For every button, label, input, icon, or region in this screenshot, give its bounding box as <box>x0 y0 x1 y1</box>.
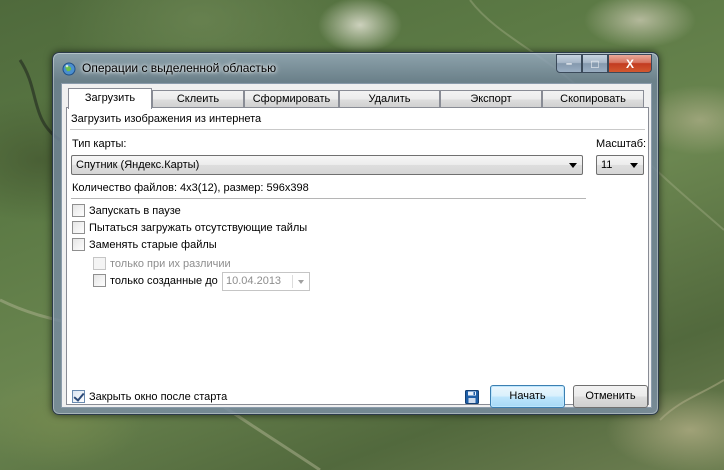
load-missing-label: Пытаться загружать отсутствующие тайлы <box>89 221 308 234</box>
scale-select[interactable]: 11 <box>596 155 644 175</box>
scale-label: Масштаб: <box>596 138 647 150</box>
tab-strip: Загрузить Склеить Сформировать Удалить Э… <box>66 88 649 109</box>
close-after-start-label: Закрыть окно после старта <box>89 390 228 403</box>
map-type-select[interactable]: Спутник (Яндекс.Карты) <box>71 155 583 175</box>
window-title: Операции с выделенной областью <box>82 61 277 75</box>
close-after-start-checkbox[interactable] <box>72 390 85 403</box>
start-paused-label: Запускать в паузе <box>89 204 181 217</box>
option-close-after-start[interactable]: Закрыть окно после старта <box>72 390 227 403</box>
only-different-label: только при их различии <box>110 257 231 270</box>
header-divider <box>70 129 645 130</box>
option-start-paused[interactable]: Запускать в паузе <box>72 204 181 217</box>
start-paused-checkbox[interactable] <box>72 204 85 217</box>
replace-old-label: Заменять старые файлы <box>89 238 217 251</box>
download-tab-panel: Загрузить изображения из интернета Тип к… <box>66 107 649 408</box>
info-divider <box>71 198 586 199</box>
minimize-button[interactable]: – <box>556 54 582 73</box>
tab-export-label: Экспорт <box>470 93 512 105</box>
scale-value: 11 <box>601 159 613 171</box>
tab-delete-label: Удалить <box>368 93 411 105</box>
tab-generate[interactable]: Сформировать <box>244 90 339 108</box>
tab-download[interactable]: Загрузить <box>68 88 152 109</box>
tab-copy-label: Скопировать <box>560 93 626 105</box>
only-different-checkbox <box>93 257 106 270</box>
created-before-date-picker[interactable]: 10.04.2013 <box>222 272 310 291</box>
close-button[interactable]: X <box>608 54 652 73</box>
created-before-date: 10.04.2013 <box>226 275 282 287</box>
tab-delete[interactable]: Удалить <box>339 90 440 108</box>
only-created-before-checkbox[interactable] <box>93 274 106 287</box>
chevron-down-icon <box>569 163 577 168</box>
load-missing-checkbox[interactable] <box>72 221 85 234</box>
start-button[interactable]: Начать <box>490 385 565 408</box>
map-type-label: Тип карты: <box>72 138 127 150</box>
save-icon[interactable] <box>465 390 479 404</box>
tab-generate-label: Сформировать <box>252 93 331 105</box>
maximize-button[interactable]: □ <box>582 54 608 73</box>
option-only-different: только при их различии <box>93 257 231 270</box>
option-replace-old[interactable]: Заменять старые файлы <box>72 238 217 251</box>
option-only-created-before[interactable]: только созданные до <box>93 274 218 287</box>
maximize-icon: □ <box>591 56 599 71</box>
caption-buttons: – □ X <box>556 54 652 73</box>
title-bar[interactable]: Операции с выделенной областью – □ X <box>53 53 658 83</box>
app-globe-icon <box>62 62 76 76</box>
file-info: Количество файлов: 4x3(12), размер: 596x… <box>72 182 309 194</box>
window-client-area: Загрузить Склеить Сформировать Удалить Э… <box>61 83 652 408</box>
close-icon: X <box>625 56 634 71</box>
date-picker-separator <box>292 275 293 288</box>
option-load-missing[interactable]: Пытаться загружать отсутствующие тайлы <box>72 221 307 234</box>
map-type-value: Спутник (Яндекс.Карты) <box>76 159 200 171</box>
tab-merge-label: Склеить <box>176 93 220 105</box>
only-created-before-label: только созданные до <box>110 274 218 287</box>
minimize-icon: – <box>565 57 573 70</box>
tab-copy[interactable]: Скопировать <box>542 90 644 108</box>
chevron-down-icon <box>630 163 638 168</box>
tab-export[interactable]: Экспорт <box>440 90 542 108</box>
cancel-button[interactable]: Отменить <box>573 385 648 408</box>
area-operations-window: Операции с выделенной областью – □ X Заг… <box>52 52 659 415</box>
panel-header: Загрузить изображения из интернета <box>71 113 262 125</box>
tab-download-label: Загрузить <box>84 92 136 104</box>
chevron-down-icon <box>298 280 304 284</box>
replace-old-checkbox[interactable] <box>72 238 85 251</box>
tab-merge[interactable]: Склеить <box>152 90 244 108</box>
